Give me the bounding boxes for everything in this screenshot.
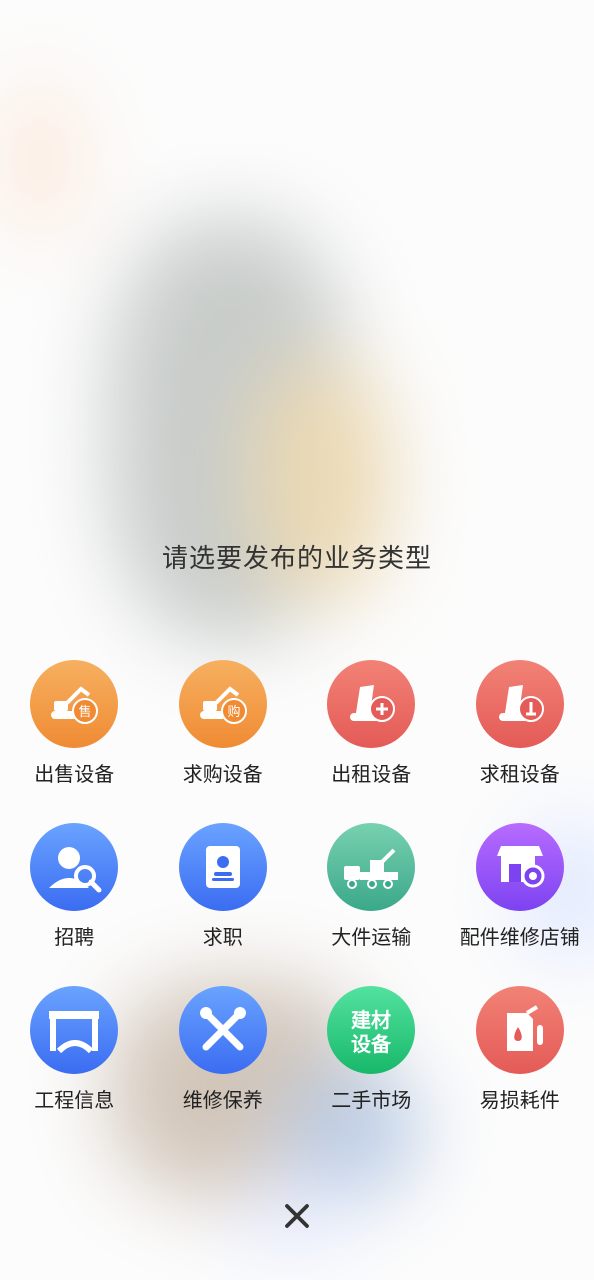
item-job-seeking[interactable]: 求职: [149, 823, 298, 950]
item-label: 出售设备: [34, 762, 115, 786]
close-button[interactable]: [277, 1196, 317, 1236]
item-label: 大件运输: [331, 925, 412, 949]
oil-can-icon: [475, 986, 564, 1074]
publish-type-screen: 请选要发布的业务类型 售 出售设备 购 求购设备 出租设备 求租设备 招聘 求职…: [0, 0, 594, 1280]
item-recruit[interactable]: 招聘: [0, 823, 149, 950]
excavator-want-rent-icon: [475, 660, 564, 748]
item-buy-equipment[interactable]: 购 求购设备: [149, 660, 298, 787]
page-title: 请选要发布的业务类型: [161, 544, 432, 574]
excavator-rent-icon: [327, 660, 416, 748]
business-type-grid: 售 出售设备 购 求购设备 出租设备 求租设备 招聘 求职 大件运输 配件维修店…: [0, 660, 594, 1113]
truck-transport-icon: [327, 823, 416, 911]
item-sell-equipment[interactable]: 售 出售设备: [0, 660, 149, 787]
item-label: 求租设备: [479, 762, 560, 786]
svg-text:建材: 建材: [351, 1008, 391, 1032]
recruit-icon: [30, 823, 119, 911]
item-secondhand-market[interactable]: 建材 设备 二手市场: [297, 986, 446, 1113]
item-project-info[interactable]: 工程信息: [0, 986, 149, 1113]
svg-text:购: 购: [227, 704, 240, 720]
item-label: 招聘: [54, 925, 95, 949]
resume-icon: [178, 823, 267, 911]
item-parts-repair-shop[interactable]: 配件维修店铺: [446, 823, 594, 950]
item-label: 求职: [202, 925, 243, 949]
item-label: 求购设备: [182, 762, 263, 786]
item-label: 工程信息: [34, 1088, 115, 1112]
excavator-buy-icon: 购: [178, 660, 267, 748]
item-want-rent-equipment[interactable]: 求租设备: [446, 660, 594, 787]
item-maintenance[interactable]: 维修保养: [149, 986, 298, 1113]
item-rent-out-equipment[interactable]: 出租设备: [297, 660, 446, 787]
excavator-sell-icon: 售: [30, 660, 119, 748]
item-heavy-transport[interactable]: 大件运输: [297, 823, 446, 950]
bridge-road-icon: [30, 986, 119, 1074]
item-label: 配件维修店铺: [459, 925, 580, 949]
svg-text:设备: 设备: [351, 1032, 392, 1056]
item-label: 维修保养: [182, 1088, 263, 1112]
building-materials-icon: 建材 设备: [327, 986, 416, 1074]
item-label: 二手市场: [331, 1088, 412, 1112]
item-label: 易损耗件: [479, 1088, 560, 1112]
shop-gear-icon: [475, 823, 564, 911]
tools-icon: [178, 986, 267, 1074]
item-label: 出租设备: [331, 762, 412, 786]
item-wear-parts[interactable]: 易损耗件: [446, 986, 594, 1113]
close-icon: [285, 1204, 309, 1228]
svg-text:售: 售: [79, 704, 92, 720]
